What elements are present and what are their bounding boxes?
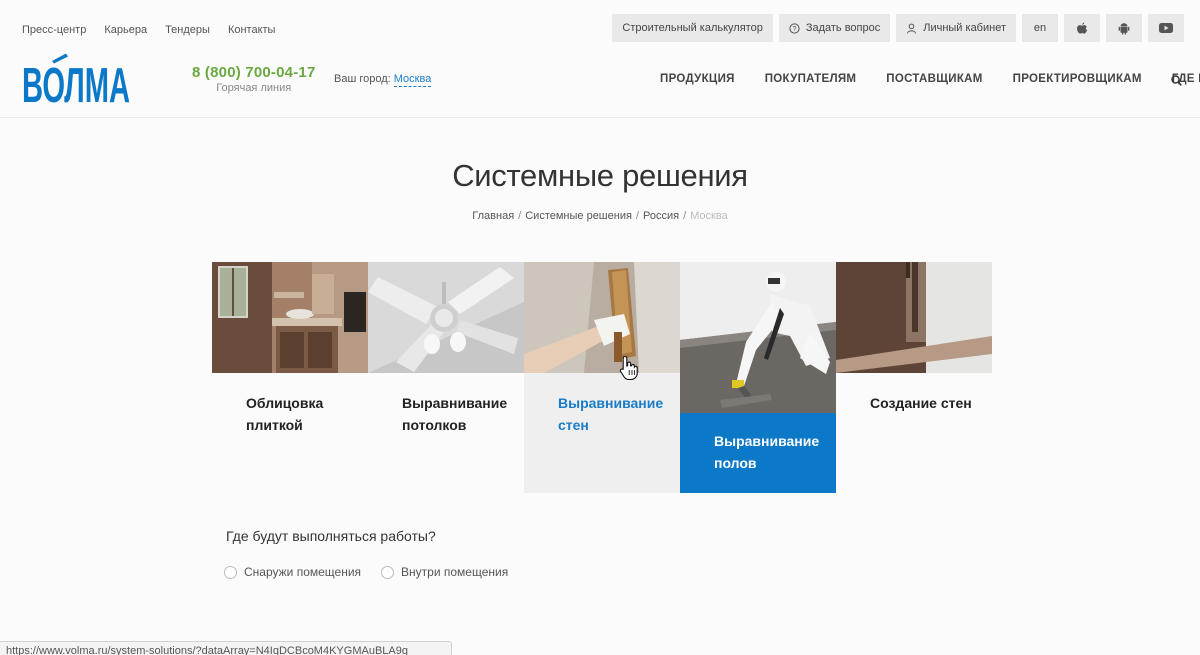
- top-links: Пресс-центр Карьера Тендеры Контакты: [22, 24, 275, 36]
- question-icon: ?: [789, 22, 800, 34]
- language-button[interactable]: en: [1022, 14, 1058, 42]
- top-link-contacts[interactable]: Контакты: [228, 24, 276, 36]
- language-label: en: [1033, 22, 1047, 34]
- youtube-button[interactable]: [1148, 14, 1184, 42]
- user-icon: [906, 23, 917, 34]
- radio-indoor[interactable]: Внутри помещения: [381, 565, 508, 579]
- radio-indoor-circle[interactable]: [381, 565, 395, 579]
- city-value-link[interactable]: Москва: [393, 73, 432, 87]
- calculator-button[interactable]: Строительный калькулятор: [612, 14, 773, 42]
- ceiling-fan-image: [368, 262, 524, 373]
- wall-construction-image: [836, 262, 992, 373]
- top-link-press[interactable]: Пресс-центр: [22, 24, 86, 36]
- radio-outdoor-circle[interactable]: [224, 565, 237, 579]
- apple-icon: [1076, 22, 1088, 35]
- cabinet-label: Личный кабинет: [923, 22, 1006, 34]
- header-divider: [0, 117, 1200, 118]
- android-icon: [1118, 22, 1130, 35]
- solutions-grid: Облицовка плиткой Выравнивание потолков: [212, 262, 992, 493]
- calculator-label: Строительный калькулятор: [622, 22, 763, 34]
- nav-products[interactable]: ПРОДУКЦИЯ: [660, 73, 735, 85]
- work-location-question: Где будут выполняться работы?: [226, 528, 436, 544]
- tile-tile-cladding[interactable]: Облицовка плиткой: [212, 262, 368, 493]
- nav-suppliers[interactable]: ПОСТАВЩИКАМ: [886, 73, 982, 85]
- radio-outdoor[interactable]: Снаружи помещения: [224, 565, 361, 579]
- hotline: 8 (800) 700-04-17 Горячая линия: [192, 64, 315, 94]
- tile-wall-creation[interactable]: Создание стен: [836, 262, 992, 493]
- youtube-icon: [1159, 23, 1173, 33]
- breadcrumb-current: Москва: [690, 210, 728, 222]
- volma-logo[interactable]: ВОЛМА: [22, 52, 132, 113]
- floor-worker-image: [680, 262, 836, 413]
- tile-tile-cladding-label: Облицовка плиткой: [246, 395, 324, 433]
- radio-outdoor-label: Снаружи помещения: [244, 565, 362, 579]
- nav-designers[interactable]: ПРОЕКТИРОВЩИКАМ: [1013, 73, 1142, 85]
- phone-caption: Горячая линия: [216, 82, 292, 94]
- search-icon: [1171, 73, 1182, 90]
- page-title: Системные решения: [452, 158, 748, 193]
- tile-wall-creation-label: Создание стен: [870, 395, 972, 411]
- logo-text: ВОЛМА: [22, 59, 130, 104]
- ask-question-button[interactable]: ? Задать вопрос: [778, 14, 891, 42]
- phone-number[interactable]: 8 (800) 700-04-17: [192, 64, 315, 81]
- breadcrumb-system-solutions[interactable]: Системные решения: [525, 210, 632, 222]
- tile-ceiling-leveling-label: Выравнивание потолков: [402, 395, 508, 433]
- tile-wall-leveling[interactable]: Выравнивание стен: [524, 262, 680, 493]
- work-location-options: Снаружи помещения Внутри помещения: [224, 565, 508, 579]
- city-label: Ваш город:: [334, 73, 391, 85]
- main-nav: ПРОДУКЦИЯ ПОКУПАТЕЛЯМ ПОСТАВЩИКАМ ПРОЕКТ…: [660, 73, 1200, 85]
- tile-floor-leveling-label: Выравнивание полов: [714, 433, 820, 471]
- nav-buyers[interactable]: ПОКУПАТЕЛЯМ: [765, 73, 857, 85]
- search-button[interactable]: [1171, 73, 1182, 91]
- ask-question-label: Задать вопрос: [805, 22, 881, 34]
- svg-text:?: ?: [792, 26, 796, 33]
- tile-ceiling-leveling[interactable]: Выравнивание потолков: [368, 262, 524, 493]
- top-link-tenders[interactable]: Тендеры: [165, 24, 210, 36]
- city-selector: Ваш город: Москва: [334, 73, 432, 87]
- tile-wall-leveling-label: Выравнивание стен: [558, 395, 664, 433]
- android-app-button[interactable]: [1106, 14, 1142, 42]
- breadcrumb: Главная / Системные решения / Россия / Москва: [472, 210, 728, 222]
- wall-plastering-image: [524, 262, 680, 373]
- top-buttons: Строительный калькулятор ? Задать вопрос…: [612, 14, 1184, 42]
- cabinet-button[interactable]: Личный кабинет: [896, 14, 1016, 42]
- apple-app-button[interactable]: [1064, 14, 1100, 42]
- top-link-career[interactable]: Карьера: [104, 24, 147, 36]
- hand-pointer-icon: [619, 355, 639, 386]
- bathroom-image: [212, 262, 368, 373]
- breadcrumb-russia[interactable]: Россия: [643, 210, 679, 222]
- browser-status-url: https://www.volma.ru/system-solutions/?d…: [0, 641, 452, 655]
- radio-indoor-label: Внутри помещения: [401, 565, 509, 579]
- breadcrumb-home[interactable]: Главная: [472, 210, 514, 222]
- tile-floor-leveling[interactable]: Выравнивание полов: [680, 262, 836, 493]
